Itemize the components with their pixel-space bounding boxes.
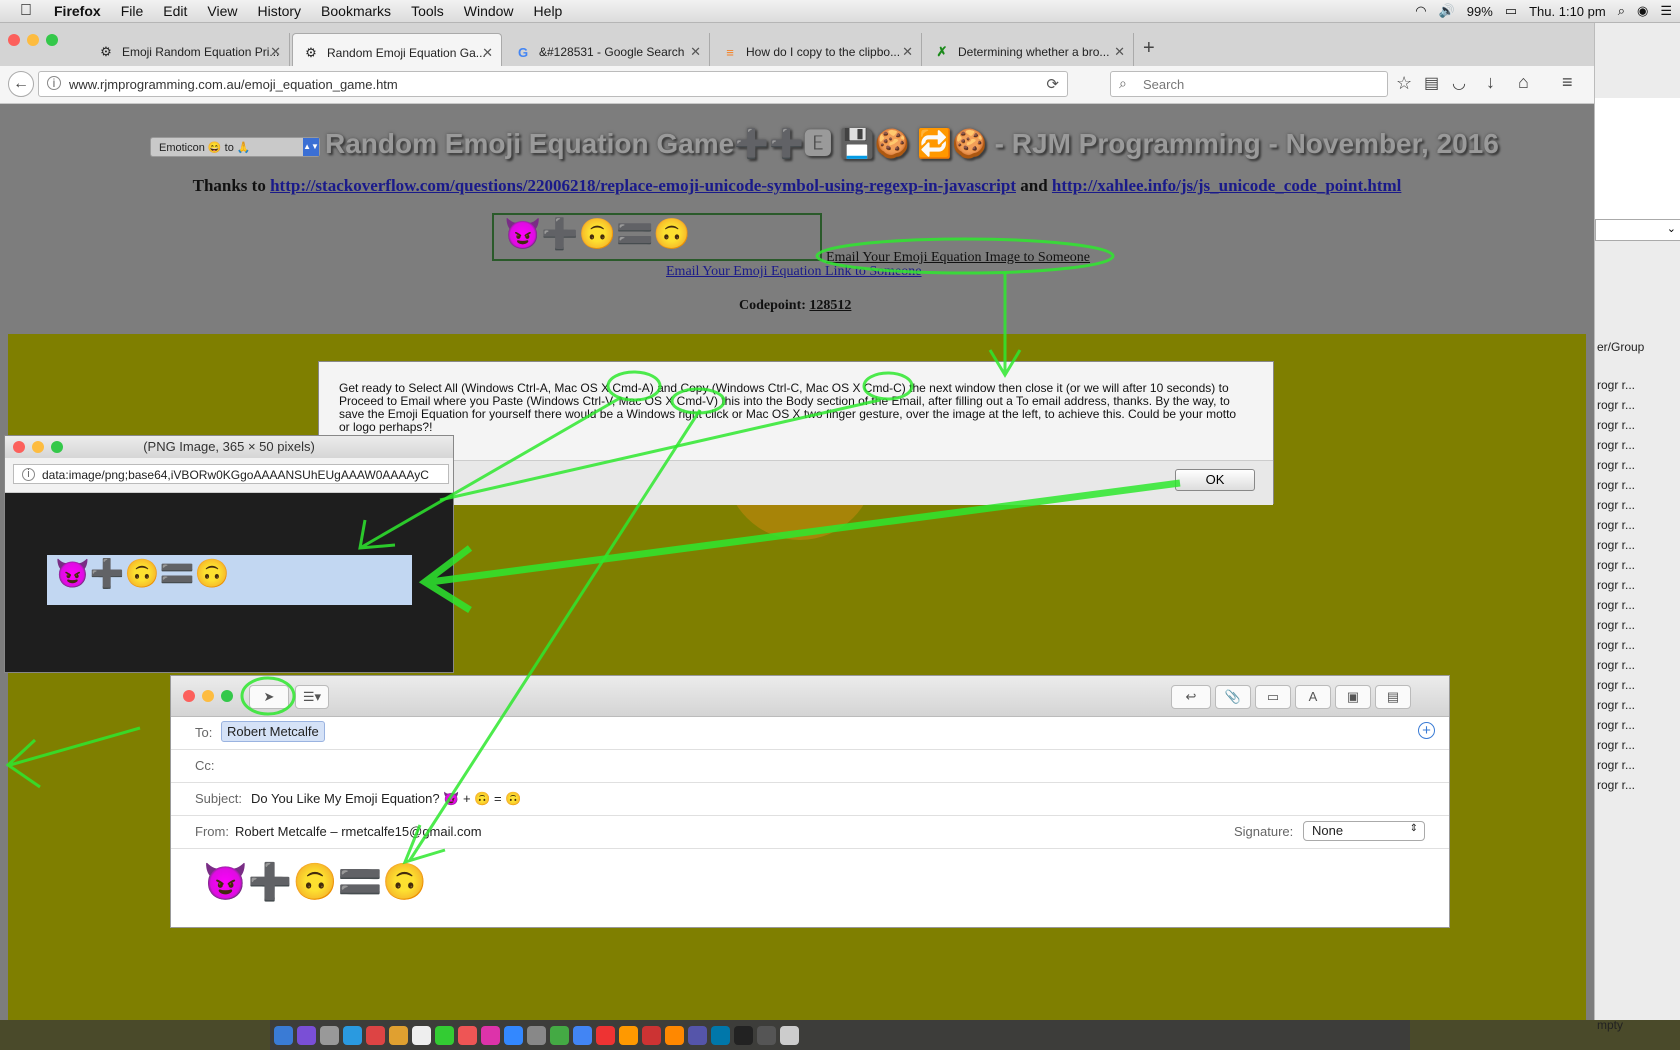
- annotation-ellipse-cmd-c: [862, 371, 914, 401]
- annotation-arrow-to-body: [402, 409, 702, 865]
- annotation-ellipse-send: [240, 676, 296, 716]
- annotation-arrow-send-left: [5, 726, 141, 789]
- annotation-ellipse-email-link: [815, 237, 1115, 275]
- annotation-ellipse-cmd-a: [606, 370, 662, 402]
- annotation-ellipse-cmd-v: [670, 387, 726, 415]
- green-annotation-overlay: [5, 237, 1181, 865]
- annotation-arrow-ok-to-image: [418, 479, 1181, 613]
- annotation-arrow-down: [988, 272, 1022, 378]
- annotation-arrow-to-png: [358, 396, 621, 550]
- annotation-line-copy: [439, 398, 881, 502]
